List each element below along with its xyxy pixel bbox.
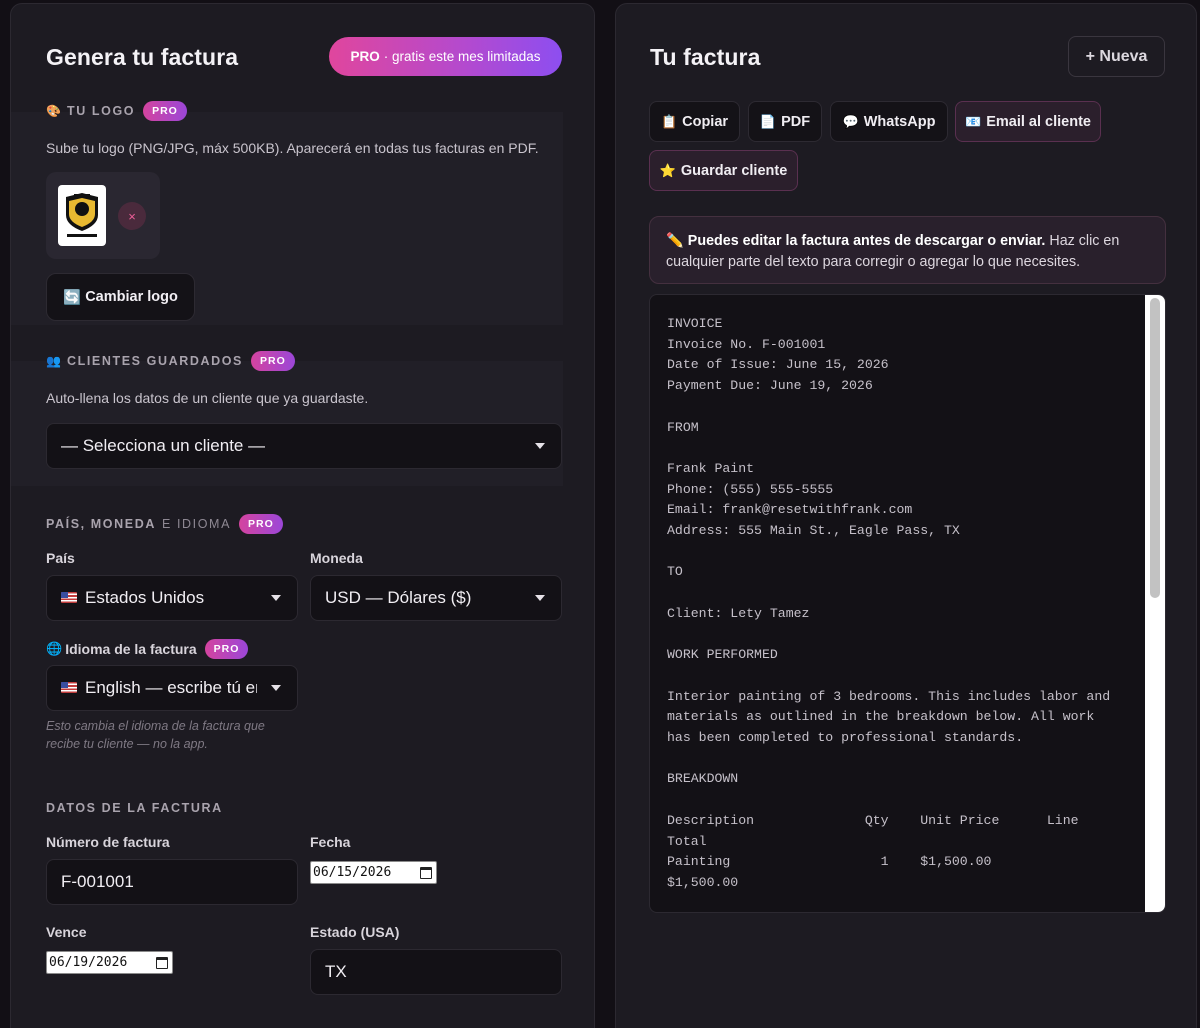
pro-badge: PRO	[250, 351, 295, 371]
invoice-editor[interactable]: INVOICE Invoice No. F-001001 Date of Iss…	[649, 294, 1166, 913]
save-client-label: Guardar cliente	[680, 162, 788, 179]
document-icon: 📄	[759, 113, 777, 129]
calendar-icon[interactable]	[156, 957, 168, 969]
pro-badge: PRO	[143, 101, 187, 121]
whatsapp-button[interactable]: 💬 WhatsApp	[830, 101, 948, 142]
invoice-text[interactable]: INVOICE Invoice No. F-001001 Date of Iss…	[667, 314, 1127, 894]
change-logo-label: Cambiar logo	[85, 289, 178, 305]
issue-date-value: 06/15/2026	[313, 865, 392, 880]
chevron-down-icon	[535, 595, 545, 601]
currency-select[interactable]: USD — Dólares ($)	[310, 575, 562, 621]
country-select-value: Estados Unidos	[85, 588, 205, 607]
country-section-label-light: E IDIOMA	[161, 517, 232, 531]
chevron-down-icon	[535, 443, 545, 449]
country-label: País	[46, 550, 75, 566]
new-invoice-button[interactable]: + Nueva	[1068, 36, 1165, 77]
pencil-icon: ✏️	[666, 233, 684, 249]
language-select[interactable]: English — escribe tú en	[46, 665, 298, 711]
clients-description: Auto-llena los datos de un cliente que y…	[46, 390, 369, 406]
form-title: Genera tu factura	[46, 44, 239, 70]
invoice-number-label: Número de factura	[46, 834, 170, 850]
pro-badge: PRO	[239, 514, 283, 534]
clipboard-icon: 📋	[660, 113, 678, 129]
calendar-icon[interactable]	[420, 867, 432, 879]
scrollbar-thumb[interactable]	[1150, 298, 1160, 598]
state-label: Estado (USA)	[310, 924, 400, 940]
client-select-value: — Selecciona un cliente —	[61, 436, 266, 455]
due-date-label: Vence	[46, 924, 87, 940]
globe-icon: 🌐	[46, 641, 63, 656]
date-label: Fecha	[310, 834, 351, 850]
remove-logo-button[interactable]: ×	[118, 202, 146, 230]
us-flag-icon	[61, 592, 77, 604]
state-input[interactable]: TX	[310, 949, 562, 995]
pro-pill-strong: PRO	[350, 49, 380, 64]
edit-hint-banner: ✏️ Puedes editar la factura antes de des…	[649, 216, 1166, 284]
logo-emblem-icon	[66, 193, 98, 237]
star-icon: ⭐	[659, 162, 676, 178]
pdf-label: PDF	[781, 113, 811, 130]
pro-badge: PRO	[204, 639, 249, 659]
preview-title: Tu factura	[650, 44, 761, 70]
change-logo-button[interactable]: 🔄 Cambiar logo	[46, 273, 195, 321]
language-select-value: English — escribe tú en	[85, 678, 257, 697]
uploaded-logo-image	[58, 185, 106, 246]
clients-section-title: 👥 CLIENTES GUARDADOS PRO	[46, 351, 295, 371]
pro-pill-text: · gratis este mes limitadas	[383, 49, 541, 64]
logo-description: Sube tu logo (PNG/JPG, máx 500KB). Apare…	[46, 140, 539, 156]
issue-date-input[interactable]: 06/15/2026	[310, 861, 437, 884]
logo-section-label: TU LOGO	[66, 104, 136, 118]
due-date-value: 06/19/2026	[49, 955, 128, 970]
edit-hint-bold: Puedes editar la factura antes de descar…	[687, 233, 1046, 249]
currency-label: Moneda	[310, 550, 363, 566]
country-section-label: PAÍS, MONEDA	[46, 517, 156, 531]
refresh-icon: 🔄	[63, 289, 82, 306]
invoice-form-panel: Genera tu factura PRO · gratis este mes …	[10, 3, 595, 1028]
logo-preview-card: ×	[46, 172, 160, 259]
us-flag-icon	[61, 682, 77, 694]
language-note: Esto cambia el idioma de la factura que …	[46, 719, 265, 751]
pro-promo-pill[interactable]: PRO · gratis este mes limitadas	[329, 37, 562, 76]
language-label: Idioma de la factura	[65, 641, 197, 657]
palette-icon: 🎨	[46, 104, 61, 118]
country-section-title: PAÍS, MONEDA E IDIOMA PRO	[46, 514, 283, 534]
chevron-down-icon	[271, 685, 281, 691]
client-select[interactable]: — Selecciona un cliente —	[46, 423, 562, 469]
people-icon: 👥	[46, 354, 61, 368]
language-label-row: 🌐 Idioma de la factura PRO	[46, 639, 249, 659]
pdf-button[interactable]: 📄 PDF	[748, 101, 822, 142]
email-client-label: Email al cliente	[986, 113, 1091, 130]
logo-section-title: 🎨 TU LOGO PRO	[46, 101, 187, 121]
invoice-preview-panel: Tu factura + Nueva 📋 Copiar 📄 PDF 💬 WhatsAp…	[615, 3, 1197, 1028]
id-card-icon: 📧	[965, 113, 982, 129]
email-client-button[interactable]: 📧 Email al cliente	[955, 101, 1101, 142]
copy-button[interactable]: 📋 Copiar	[649, 101, 740, 142]
currency-select-value: USD — Dólares ($)	[325, 588, 472, 607]
speech-bubble-icon: 💬	[842, 113, 859, 129]
save-client-button[interactable]: ⭐ Guardar cliente	[649, 150, 798, 191]
invoice-number-input[interactable]: F-001001	[46, 859, 298, 905]
due-date-input[interactable]: 06/19/2026	[46, 951, 173, 974]
copy-label: Copiar	[682, 113, 729, 130]
invoice-data-section-title: DATOS DE LA FACTURA	[46, 801, 223, 815]
whatsapp-label: WhatsApp	[863, 113, 936, 130]
scrollbar-track[interactable]	[1145, 295, 1165, 912]
chevron-down-icon	[271, 595, 281, 601]
country-select[interactable]: Estados Unidos	[46, 575, 298, 621]
clients-section-label: CLIENTES GUARDADOS	[66, 354, 243, 368]
